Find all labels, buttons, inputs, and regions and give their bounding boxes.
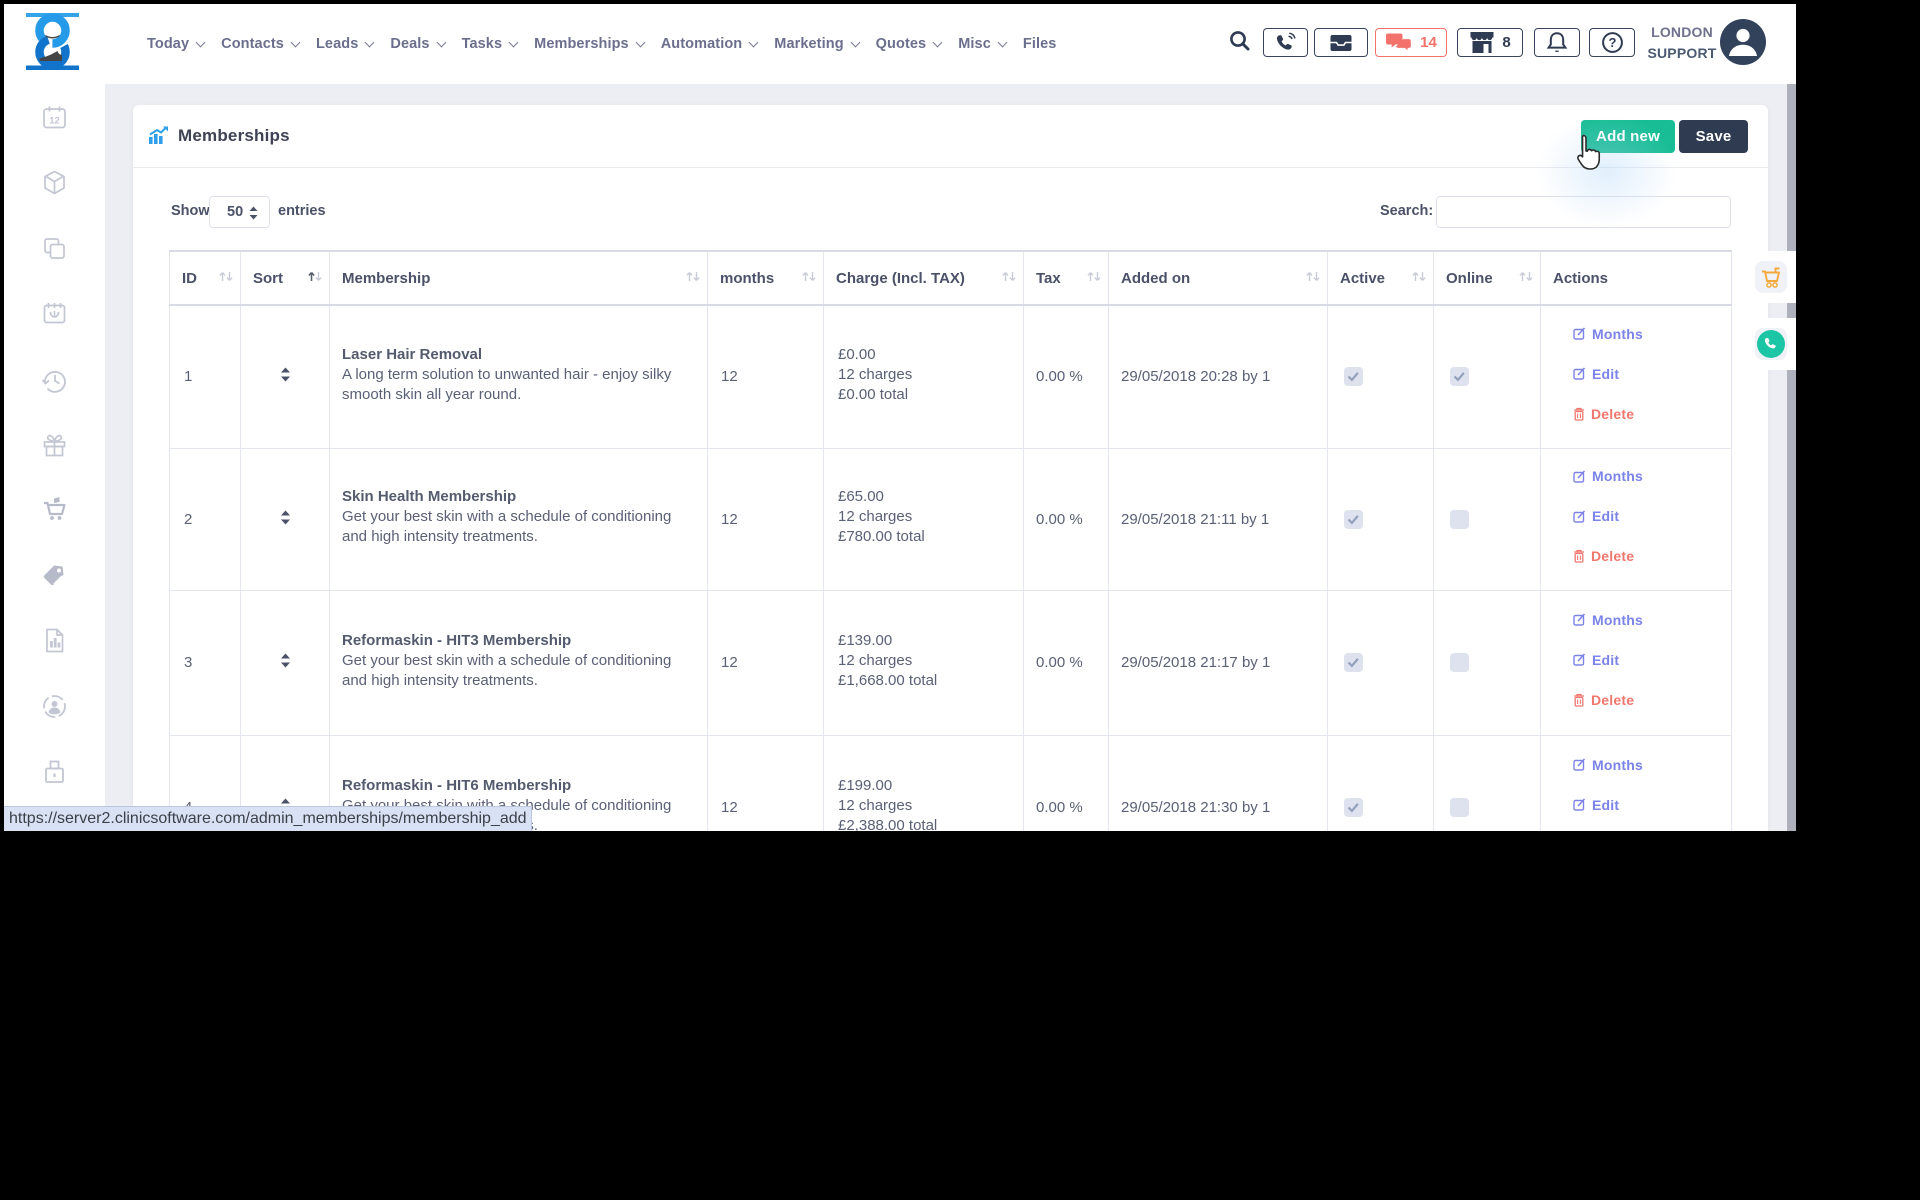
svg-text:?: ? xyxy=(1608,35,1616,50)
svg-text:12: 12 xyxy=(49,116,60,127)
